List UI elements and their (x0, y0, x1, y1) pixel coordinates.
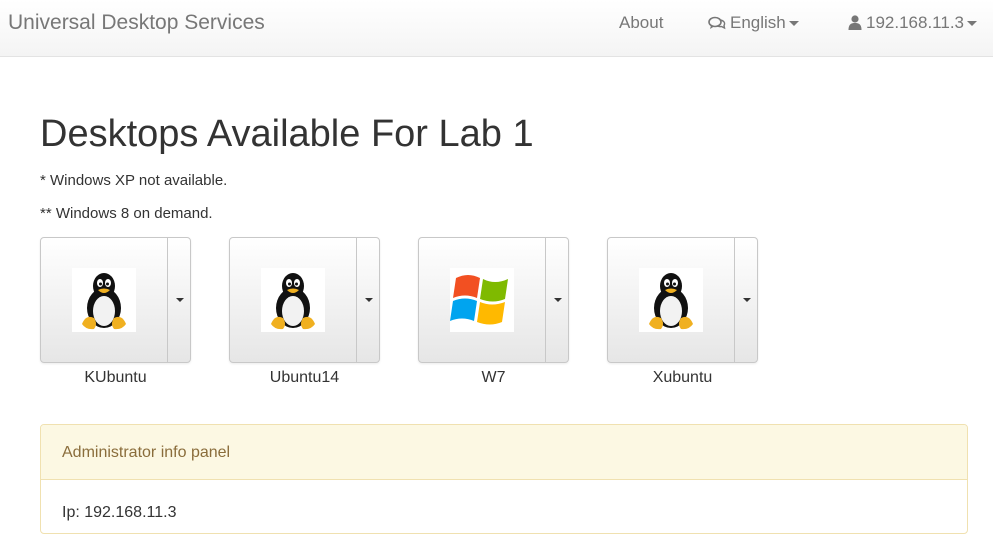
linux-tux-icon (72, 268, 136, 332)
caret-down-icon (553, 298, 562, 302)
linux-tux-icon (261, 268, 325, 332)
caret-down-icon (364, 298, 373, 302)
desktop-options-dropdown[interactable] (167, 238, 191, 362)
desktop-label: W7 (481, 369, 506, 386)
desktop-label: Xubuntu (652, 369, 713, 386)
user-icon (848, 15, 862, 35)
note-win8: ** Windows 8 on demand. (40, 205, 213, 222)
user-label: 192.168.11.3 (866, 13, 964, 32)
page-title: Desktops Available For Lab 1 (40, 113, 534, 155)
caret-down-icon (742, 298, 751, 302)
language-dropdown[interactable]: English (708, 13, 799, 35)
linux-tux-icon (639, 268, 703, 332)
admin-ip-text: Ip: 192.168.11.3 (62, 504, 177, 521)
user-dropdown[interactable]: 192.168.11.3 (848, 13, 977, 35)
comments-icon (708, 15, 726, 35)
launch-desktop-button[interactable] (41, 238, 167, 362)
launch-desktop-button[interactable] (419, 238, 545, 362)
about-link[interactable]: About (619, 13, 663, 33)
desktop-tile-w7: W7 (418, 237, 569, 387)
navbar: Universal Desktop Services About English… (0, 0, 993, 57)
caret-down-icon (175, 298, 184, 302)
launch-desktop-button[interactable] (230, 238, 356, 362)
launch-desktop-button[interactable] (608, 238, 734, 362)
desktop-options-dropdown[interactable] (545, 238, 569, 362)
desktop-button-group (40, 237, 191, 363)
desktop-button-group (418, 237, 569, 363)
language-label: English (730, 13, 786, 32)
desktop-label: Ubuntu14 (269, 369, 340, 386)
note-xp: * Windows XP not available. (40, 172, 228, 189)
desktop-button-group (607, 237, 758, 363)
admin-info-panel: Administrator info panel Ip: 192.168.11.… (40, 424, 968, 534)
chevron-down-icon (788, 21, 799, 27)
brand-link[interactable]: Universal Desktop Services (8, 11, 265, 35)
desktop-options-dropdown[interactable] (734, 238, 758, 362)
desktop-options-dropdown[interactable] (356, 238, 380, 362)
desktop-tile-xubuntu: Xubuntu (607, 237, 758, 387)
windows-logo-icon (450, 268, 514, 332)
chevron-down-icon (967, 21, 977, 27)
desktop-tile-ubuntu14: Ubuntu14 (229, 237, 380, 387)
panel-heading: Administrator info panel (41, 425, 967, 480)
desktop-tile-kubuntu: KUbuntu (40, 237, 191, 387)
desktop-button-group (229, 237, 380, 363)
desktop-label: KUbuntu (84, 369, 147, 386)
